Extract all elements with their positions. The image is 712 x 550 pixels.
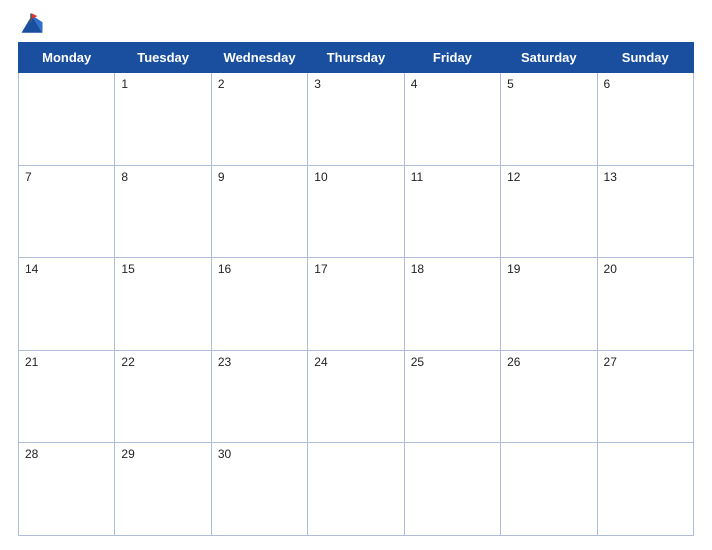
calendar-cell: 24 bbox=[308, 350, 404, 443]
day-number: 20 bbox=[604, 262, 617, 276]
calendar-cell: 16 bbox=[211, 258, 307, 351]
calendar-cell: 28 bbox=[19, 443, 115, 536]
calendar-cell bbox=[308, 443, 404, 536]
calendar-cell: 26 bbox=[501, 350, 597, 443]
day-number: 26 bbox=[507, 355, 520, 369]
day-number: 15 bbox=[121, 262, 134, 276]
calendar-cell: 7 bbox=[19, 165, 115, 258]
calendar-cell: 12 bbox=[501, 165, 597, 258]
day-number: 4 bbox=[411, 77, 418, 91]
day-number: 10 bbox=[314, 170, 327, 184]
day-number: 19 bbox=[507, 262, 520, 276]
calendar-cell: 10 bbox=[308, 165, 404, 258]
calendar-cell: 3 bbox=[308, 73, 404, 166]
calendar-cell: 22 bbox=[115, 350, 211, 443]
weekday-header-saturday: Saturday bbox=[501, 43, 597, 73]
calendar-cell bbox=[404, 443, 500, 536]
day-number: 29 bbox=[121, 447, 134, 461]
calendar-cell: 21 bbox=[19, 350, 115, 443]
day-number: 23 bbox=[218, 355, 231, 369]
logo bbox=[18, 10, 50, 38]
calendar-cell bbox=[597, 443, 693, 536]
day-number: 9 bbox=[218, 170, 225, 184]
week-row-1: 1 2 3 4 5 6 bbox=[19, 73, 694, 166]
day-number: 30 bbox=[218, 447, 231, 461]
weekday-header-tuesday: Tuesday bbox=[115, 43, 211, 73]
calendar-table: MondayTuesdayWednesdayThursdayFridaySatu… bbox=[18, 42, 694, 536]
calendar-cell: 4 bbox=[404, 73, 500, 166]
calendar-cell: 18 bbox=[404, 258, 500, 351]
weekday-header-friday: Friday bbox=[404, 43, 500, 73]
day-number: 5 bbox=[507, 77, 514, 91]
week-row-3: 14 15 16 17 18 19 20 bbox=[19, 258, 694, 351]
day-number: 12 bbox=[507, 170, 520, 184]
calendar-wrap: MondayTuesdayWednesdayThursdayFridaySatu… bbox=[18, 42, 694, 536]
calendar-cell: 19 bbox=[501, 258, 597, 351]
calendar-thead: MondayTuesdayWednesdayThursdayFridaySatu… bbox=[19, 43, 694, 73]
day-number: 21 bbox=[25, 355, 38, 369]
day-number: 7 bbox=[25, 170, 32, 184]
calendar-cell: 13 bbox=[597, 165, 693, 258]
day-number: 6 bbox=[604, 77, 611, 91]
logo-icon bbox=[18, 10, 46, 38]
day-number: 18 bbox=[411, 262, 424, 276]
calendar-cell bbox=[501, 443, 597, 536]
day-number: 25 bbox=[411, 355, 424, 369]
week-row-4: 21 22 23 24 25 26 27 bbox=[19, 350, 694, 443]
day-number: 28 bbox=[25, 447, 38, 461]
calendar-header bbox=[18, 10, 694, 38]
weekday-header-thursday: Thursday bbox=[308, 43, 404, 73]
calendar-cell: 27 bbox=[597, 350, 693, 443]
calendar-cell: 9 bbox=[211, 165, 307, 258]
day-number: 13 bbox=[604, 170, 617, 184]
weekday-header-sunday: Sunday bbox=[597, 43, 693, 73]
weekday-header-row: MondayTuesdayWednesdayThursdayFridaySatu… bbox=[19, 43, 694, 73]
calendar-cell: 25 bbox=[404, 350, 500, 443]
calendar-cell: 14 bbox=[19, 258, 115, 351]
calendar-cell: 5 bbox=[501, 73, 597, 166]
day-number: 27 bbox=[604, 355, 617, 369]
calendar-cell bbox=[19, 73, 115, 166]
calendar-cell: 30 bbox=[211, 443, 307, 536]
week-row-5: 28 29 30 bbox=[19, 443, 694, 536]
calendar-cell: 1 bbox=[115, 73, 211, 166]
day-number: 17 bbox=[314, 262, 327, 276]
day-number: 14 bbox=[25, 262, 38, 276]
day-number: 8 bbox=[121, 170, 128, 184]
day-number: 16 bbox=[218, 262, 231, 276]
calendar-cell: 2 bbox=[211, 73, 307, 166]
calendar-cell: 6 bbox=[597, 73, 693, 166]
calendar-cell: 8 bbox=[115, 165, 211, 258]
week-row-2: 7 8 9 10 11 12 13 bbox=[19, 165, 694, 258]
day-number: 3 bbox=[314, 77, 321, 91]
calendar-cell: 23 bbox=[211, 350, 307, 443]
calendar-cell: 29 bbox=[115, 443, 211, 536]
day-number: 11 bbox=[411, 170, 423, 184]
calendar-cell: 11 bbox=[404, 165, 500, 258]
calendar-cell: 15 bbox=[115, 258, 211, 351]
day-number: 24 bbox=[314, 355, 327, 369]
day-number: 22 bbox=[121, 355, 134, 369]
day-number: 2 bbox=[218, 77, 225, 91]
day-number: 1 bbox=[121, 77, 128, 91]
calendar-tbody: 1234567891011121314151617181920212223242… bbox=[19, 73, 694, 536]
weekday-header-wednesday: Wednesday bbox=[211, 43, 307, 73]
weekday-header-monday: Monday bbox=[19, 43, 115, 73]
calendar-cell: 17 bbox=[308, 258, 404, 351]
calendar-cell: 20 bbox=[597, 258, 693, 351]
